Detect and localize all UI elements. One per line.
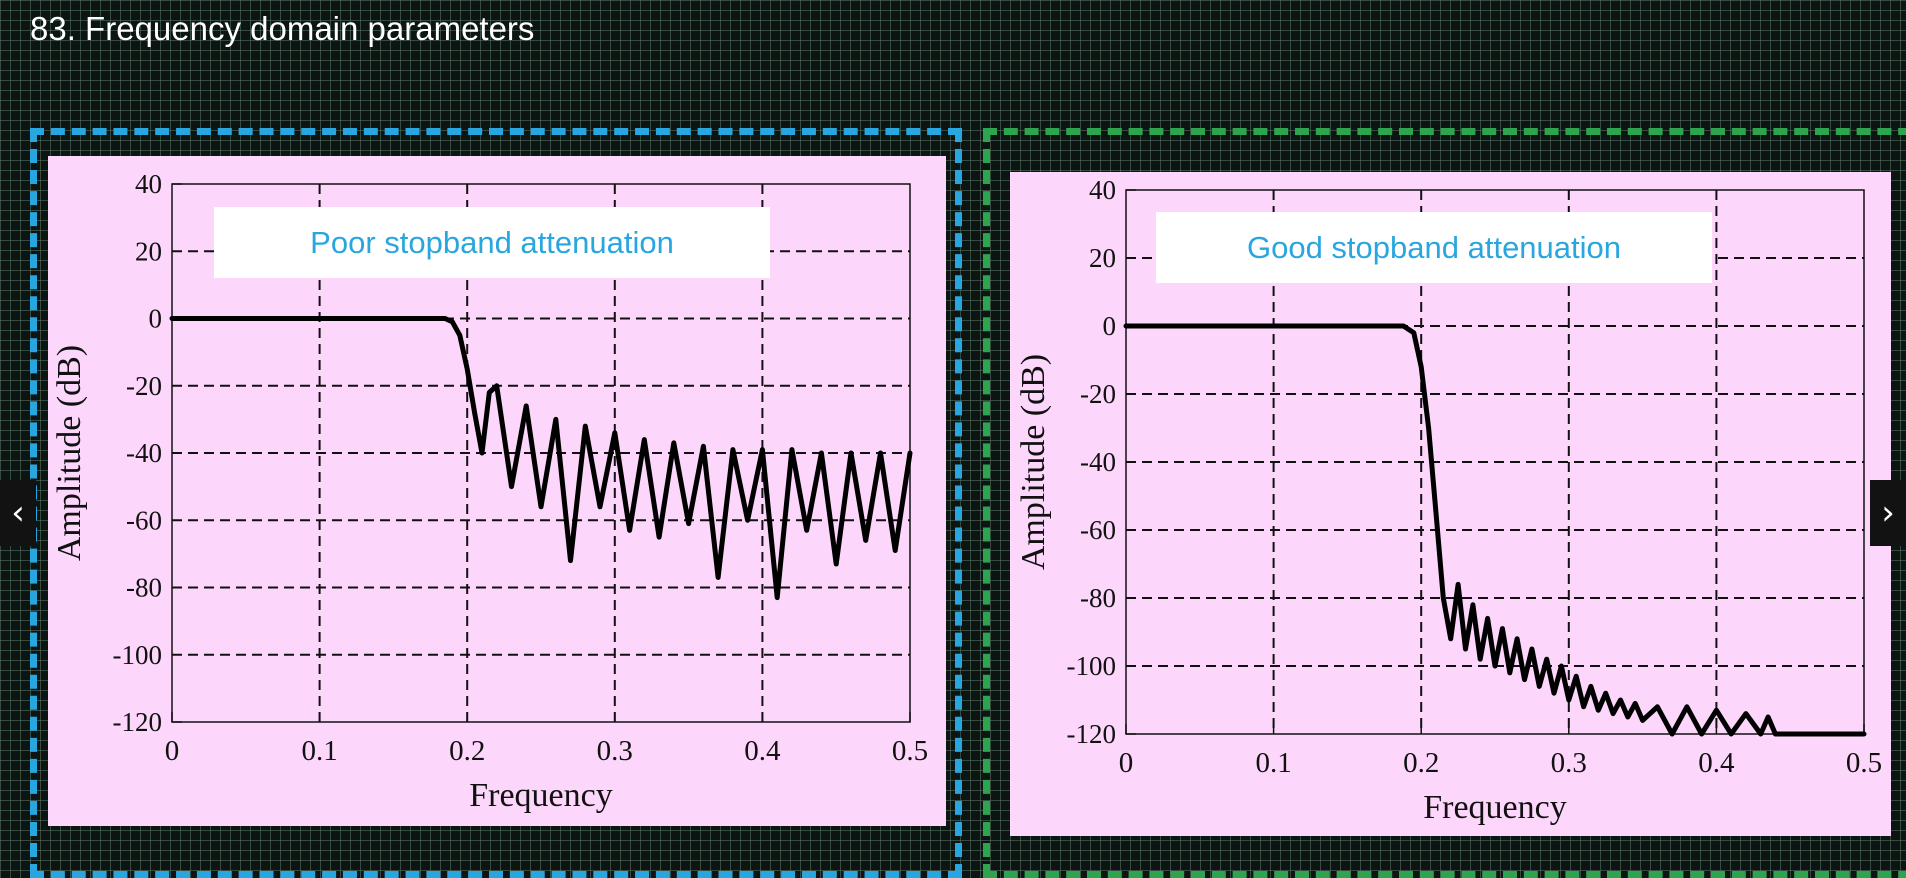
y-tick-label: -80	[126, 573, 162, 603]
y-tick-label: 40	[135, 169, 162, 199]
chevron-left-icon: ‹	[11, 493, 25, 533]
y-axis-label: Amplitude (dB)	[1015, 354, 1052, 570]
chevron-right-icon: ›	[1881, 493, 1895, 533]
y-tick-label: 20	[135, 236, 162, 266]
y-tick-label: -40	[1080, 447, 1116, 477]
y-tick-label: 40	[1089, 175, 1116, 205]
x-tick-label: 0.4	[744, 735, 781, 767]
x-tick-label: 0	[1119, 747, 1134, 779]
previous-slide-button[interactable]: ‹	[0, 480, 36, 546]
x-tick-label: 0	[165, 735, 180, 767]
next-slide-button[interactable]: ›	[1870, 480, 1906, 546]
chart-title-poor: Poor stopband attenuation	[214, 207, 770, 278]
x-tick-label: 0.5	[1846, 747, 1882, 779]
x-tick-label: 0.5	[892, 735, 928, 767]
y-tick-label: -20	[1080, 379, 1116, 409]
x-axis-label: Frequency	[469, 777, 613, 814]
y-tick-label: -40	[126, 438, 162, 468]
y-tick-label: -100	[1067, 651, 1117, 681]
x-tick-label: 0.3	[1551, 747, 1587, 779]
series-line	[169, 316, 913, 601]
y-tick-label: 20	[1089, 243, 1116, 273]
y-tick-label: -20	[126, 371, 162, 401]
x-tick-label: 0.3	[597, 735, 633, 767]
x-tick-label: 0.1	[1255, 747, 1291, 779]
y-tick-label: -80	[1080, 583, 1116, 613]
y-tick-label: -60	[1080, 515, 1116, 545]
x-tick-label: 0.2	[1403, 747, 1439, 779]
x-tick-label: 0.4	[1698, 747, 1735, 779]
x-axis-label: Frequency	[1423, 789, 1567, 826]
y-tick-label: -100	[113, 640, 163, 670]
x-tick-label: 0.1	[301, 735, 337, 767]
y-tick-label: -120	[1067, 719, 1117, 749]
y-tick-label: 0	[1103, 311, 1117, 341]
y-tick-label: -60	[126, 505, 162, 535]
y-tick-label: -120	[113, 707, 163, 737]
y-tick-label: 0	[149, 304, 163, 334]
slide-title: 83. Frequency domain parameters	[30, 10, 535, 47]
x-tick-label: 0.2	[449, 735, 485, 767]
y-axis-label: Amplitude (dB)	[51, 345, 88, 561]
chart-title-good: Good stopband attenuation	[1156, 212, 1712, 283]
